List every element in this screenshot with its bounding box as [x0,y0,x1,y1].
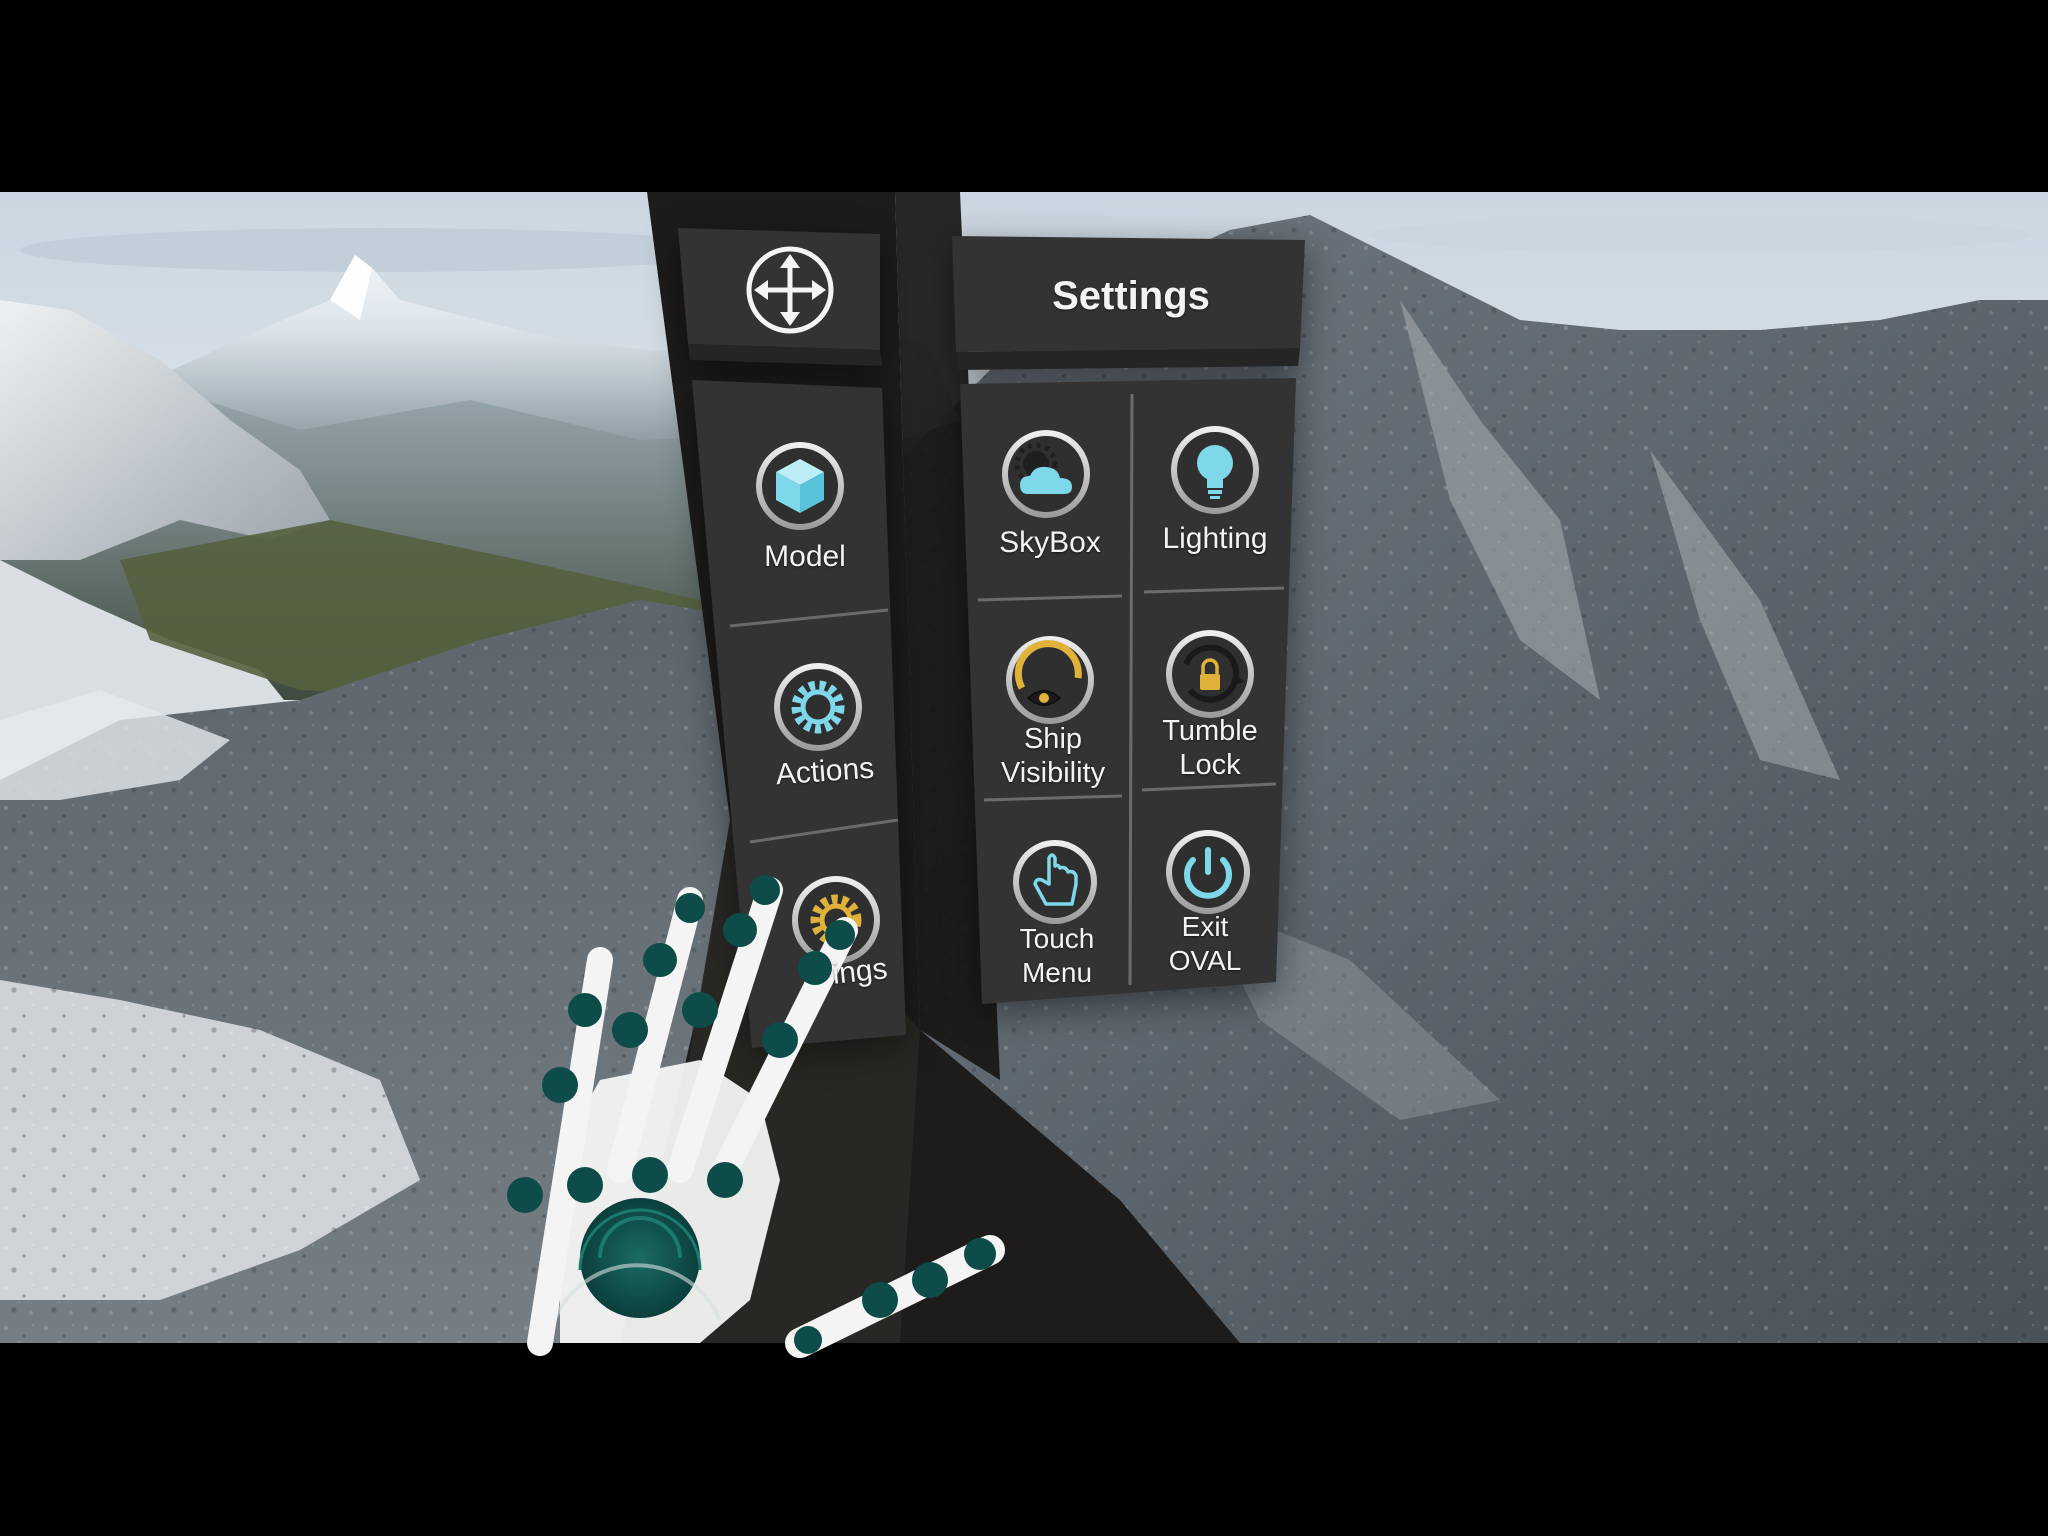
menu-item-actions[interactable] [755,650,895,810]
setting-tumble-lock-button[interactable] [1150,620,1280,780]
setting-skybox-button[interactable] [985,420,1115,570]
pointing-hand-icon [1013,840,1097,924]
gear-icon [774,663,862,751]
move-arrows-icon [746,246,834,334]
cube-icon [756,442,844,530]
settings-column-divider [1128,393,1134,986]
vr-viewport: Model Actions ings Settings SkyBox Light… [0,0,2048,1536]
move-control-button[interactable] [735,240,845,340]
sun-cloud-icon [1002,430,1090,518]
letterbox-bottom [0,1343,2048,1536]
menu-item-model[interactable] [735,430,875,590]
power-icon [1166,830,1250,914]
vr-scene [0,0,2048,1536]
lightbulb-icon [1171,426,1259,514]
rotate-lock-icon [1166,630,1254,718]
letterbox-top [0,0,2048,192]
setting-lighting-button[interactable] [1150,415,1280,565]
setting-ship-visibility-button[interactable] [990,630,1120,790]
setting-touch-menu-button[interactable] [995,830,1125,990]
setting-exit-oval-button[interactable] [1150,820,1280,980]
eye-orbit-icon [1006,636,1094,724]
